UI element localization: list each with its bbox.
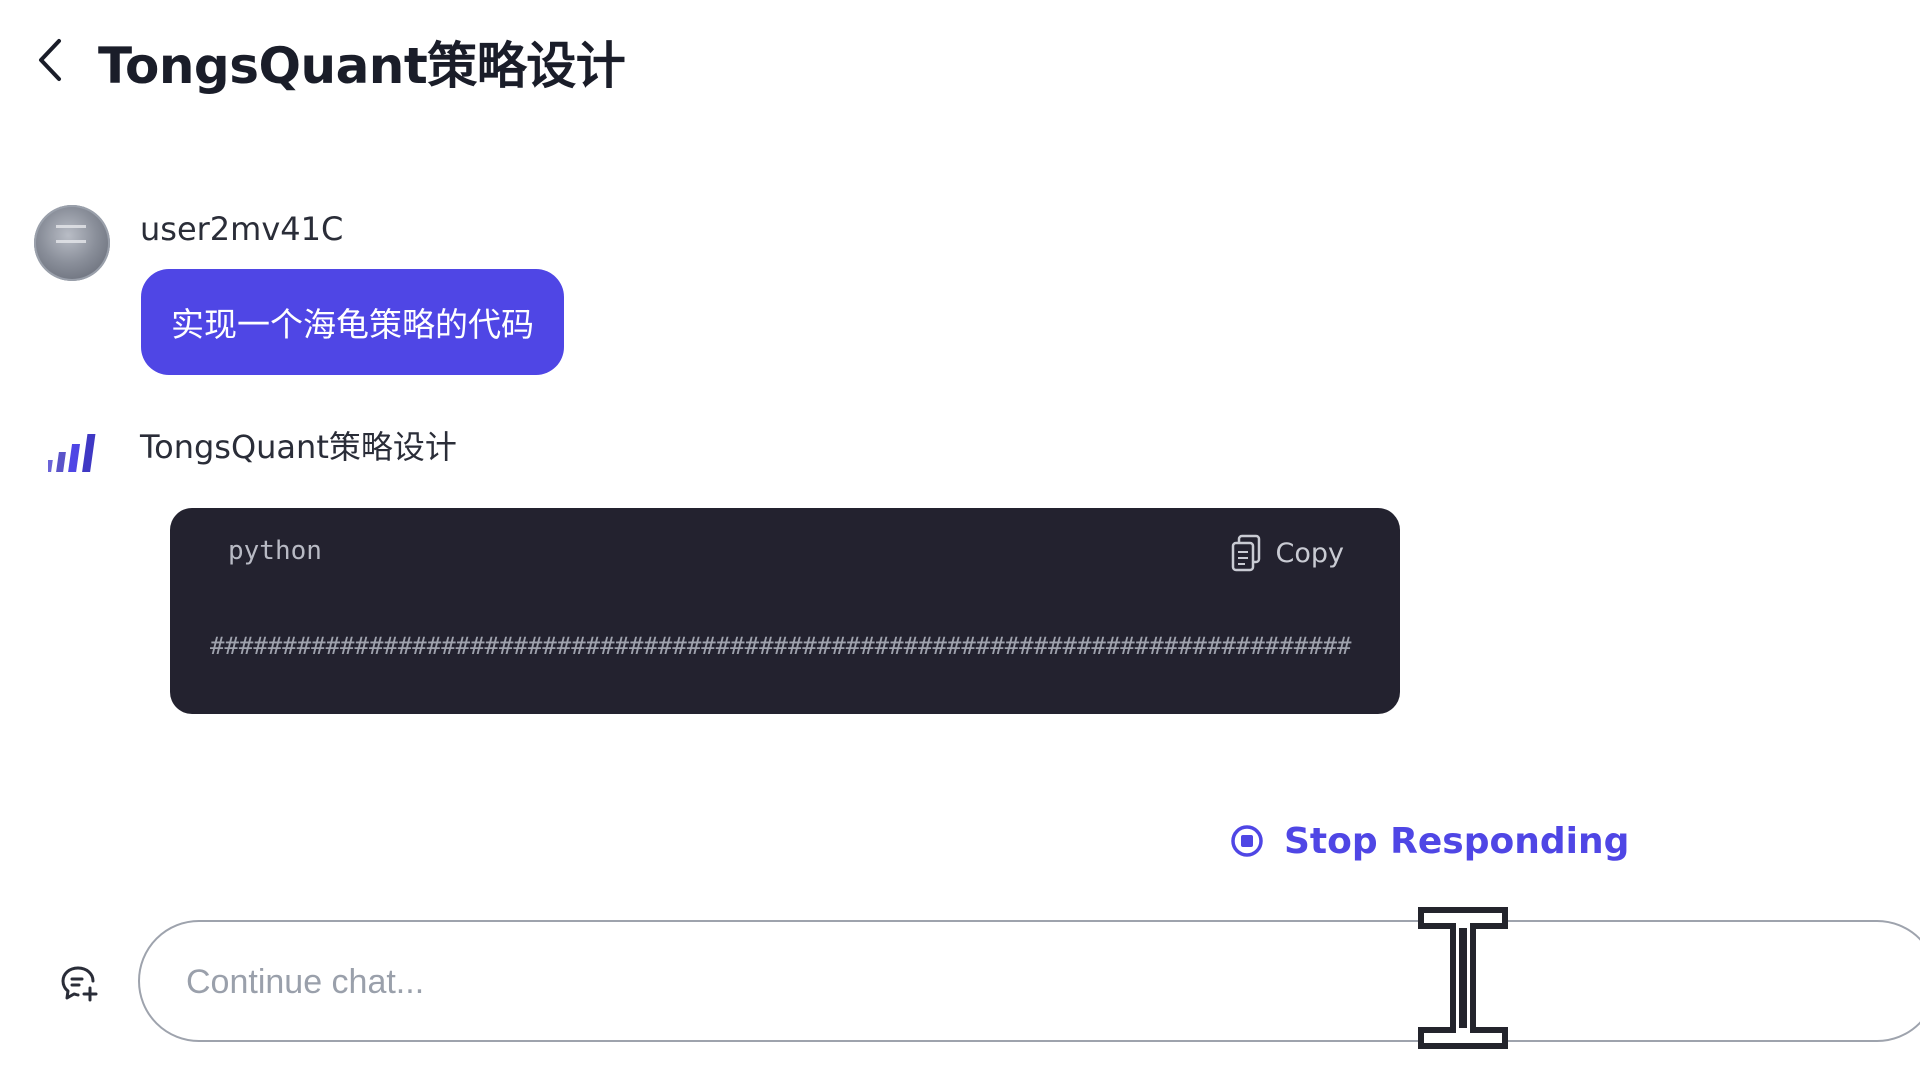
copy-button[interactable]: Copy — [1230, 530, 1345, 576]
disclaimer-text — [1006, 1062, 1906, 1076]
code-block: python Copy ############################… — [170, 508, 1400, 714]
code-language-label: python — [228, 536, 322, 566]
bot-name: TongsQuant策略设计 — [140, 428, 457, 466]
avatar — [34, 205, 110, 281]
page-title: TongsQuant策略设计 — [98, 37, 626, 95]
chat-input[interactable] — [184, 922, 1688, 1042]
stop-responding-button[interactable]: Stop Responding — [1230, 816, 1629, 866]
code-line: ########################################… — [210, 632, 1352, 660]
user-message-bubble: 实现一个海龟策略的代码 — [141, 269, 564, 375]
stop-responding-label: Stop Responding — [1284, 820, 1630, 862]
new-chat-button[interactable] — [58, 962, 102, 1006]
chevron-left-icon — [39, 39, 61, 81]
header: TongsQuant策略设计 — [0, 0, 1920, 130]
stop-circle-icon — [1231, 825, 1263, 857]
bar-chart-logo-icon — [48, 434, 96, 472]
new-chat-icon — [61, 966, 98, 1002]
clipboard-copy-icon — [1231, 534, 1260, 572]
chat-page: TongsQuant策略设计 user2mv41C 实现一个海龟策略的代码 To… — [0, 0, 1920, 1076]
back-button[interactable] — [30, 30, 70, 90]
chat-input-container — [138, 920, 1920, 1042]
user-name: user2mv41C — [140, 210, 344, 248]
copy-label: Copy — [1275, 537, 1345, 569]
